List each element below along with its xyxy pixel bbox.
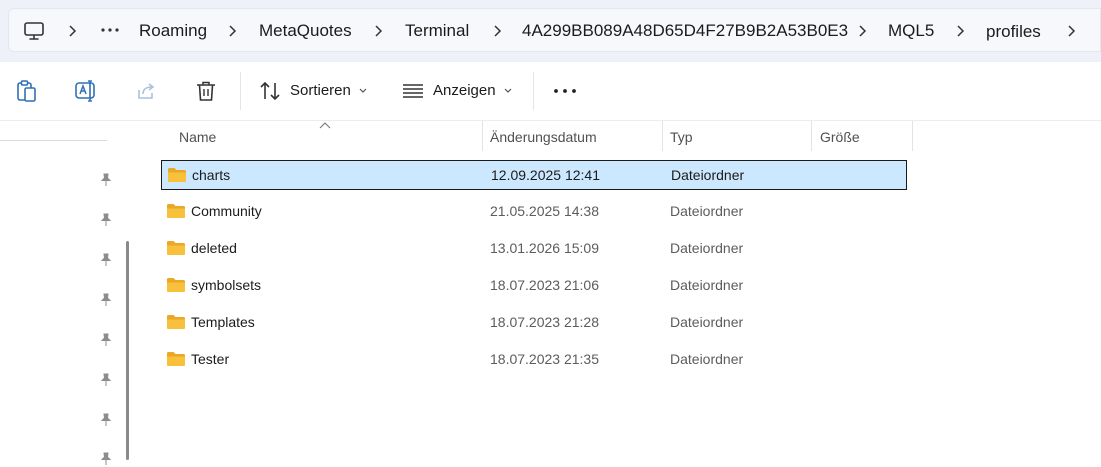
file-name: Community <box>191 203 262 219</box>
chevron-right-icon[interactable] <box>952 23 968 39</box>
column-header-name[interactable]: Name <box>179 121 216 153</box>
folder-icon <box>167 278 185 292</box>
toolbar-separator <box>533 72 534 110</box>
sort-icon[interactable] <box>258 78 284 104</box>
toolbar-separator <box>240 72 241 110</box>
sort-button[interactable]: Sortieren <box>290 62 351 120</box>
file-modified-date: 18.07.2023 21:28 <box>490 314 599 330</box>
file-row[interactable]: symbolsets 18.07.2023 21:06 Dateiordner <box>161 271 907 301</box>
this-pc-icon[interactable] <box>23 20 45 42</box>
chevron-right-icon[interactable] <box>64 23 80 39</box>
chevron-right-icon[interactable] <box>489 23 505 39</box>
file-modified-date: 13.01.2026 15:09 <box>490 240 599 256</box>
file-type: Dateiordner <box>671 167 745 183</box>
file-name: charts <box>192 167 231 183</box>
column-divider[interactable] <box>662 121 663 151</box>
file-row[interactable]: Community 21.05.2025 14:38 Dateiordner <box>161 197 907 227</box>
file-type: Dateiordner <box>670 240 744 256</box>
file-row[interactable]: deleted 13.01.2026 15:09 Dateiordner <box>161 234 907 264</box>
pin-icon[interactable] <box>98 252 114 268</box>
view-icon[interactable] <box>401 78 427 104</box>
chevron-right-icon[interactable] <box>224 23 240 39</box>
file-name: symbolsets <box>191 277 262 293</box>
more-crumbs-icon[interactable] <box>99 22 121 38</box>
file-type: Dateiordner <box>670 351 744 367</box>
pin-icon[interactable] <box>98 212 114 228</box>
file-modified-date: 18.07.2023 21:35 <box>490 351 599 367</box>
share-icon[interactable] <box>133 78 159 104</box>
pin-icon[interactable] <box>98 451 114 467</box>
divider <box>0 140 107 141</box>
rename-icon[interactable] <box>73 78 99 104</box>
file-type: Dateiordner <box>670 314 744 330</box>
breadcrumb-item-metaquotes[interactable]: MetaQuotes <box>259 9 352 53</box>
more-options-icon[interactable] <box>552 78 578 104</box>
file-row[interactable]: Templates 18.07.2023 21:28 Dateiordner <box>161 308 907 338</box>
file-type: Dateiordner <box>670 203 744 219</box>
paste-icon[interactable] <box>14 78 40 104</box>
chevron-down-icon[interactable] <box>358 87 368 95</box>
address-bar[interactable]: Roaming MetaQuotes Terminal 4A299BB089A4… <box>8 8 1101 52</box>
file-modified-date: 18.07.2023 21:06 <box>490 277 599 293</box>
pin-icon[interactable] <box>98 372 114 388</box>
file-list: Name Änderungsdatum Typ Größe charts 12.0… <box>136 121 1101 460</box>
chevron-right-icon[interactable] <box>854 23 870 39</box>
file-name: deleted <box>191 240 237 256</box>
breadcrumb-item-profiles[interactable]: profiles <box>986 10 1041 54</box>
pin-icon[interactable] <box>98 292 114 308</box>
file-row[interactable]: Tester 18.07.2023 21:35 Dateiordner <box>161 345 907 375</box>
column-header-date[interactable]: Änderungsdatum <box>490 121 597 153</box>
file-name: Tester <box>191 351 230 367</box>
file-modified-date: 12.09.2025 12:41 <box>491 167 600 183</box>
navigation-scrollbar[interactable] <box>126 241 129 460</box>
column-header-size[interactable]: Größe <box>820 121 860 153</box>
column-divider[interactable] <box>811 121 812 151</box>
file-type: Dateiordner <box>670 277 744 293</box>
pin-icon[interactable] <box>98 412 114 428</box>
folder-icon <box>167 315 185 329</box>
breadcrumb-item-mql5[interactable]: MQL5 <box>888 9 934 53</box>
column-divider[interactable] <box>912 121 913 151</box>
address-bar-area: Roaming MetaQuotes Terminal 4A299BB089A4… <box>0 0 1101 62</box>
chevron-right-icon[interactable] <box>370 23 386 39</box>
breadcrumb-item-terminal[interactable]: Terminal <box>405 9 469 53</box>
navigation-pane <box>0 121 136 465</box>
folder-icon <box>167 352 185 366</box>
pin-icon[interactable] <box>98 332 114 348</box>
file-name: Templates <box>191 314 255 330</box>
sort-ascending-icon <box>319 122 331 129</box>
pin-icon[interactable] <box>98 172 114 188</box>
chevron-down-icon[interactable] <box>503 87 513 95</box>
command-bar: Sortieren Anzeigen <box>0 62 1101 121</box>
column-divider[interactable] <box>482 121 483 151</box>
breadcrumb-item-roaming[interactable]: Roaming <box>139 9 207 53</box>
file-row[interactable]: charts 12.09.2025 12:41 Dateiordner <box>161 160 907 190</box>
folder-icon <box>167 204 185 218</box>
chevron-right-icon[interactable] <box>1063 23 1079 39</box>
breadcrumb-item-terminal-id[interactable]: 4A299BB089A48D65D4F27B9B2A53B0E3 <box>522 9 848 53</box>
folder-icon <box>167 241 185 255</box>
column-header-type[interactable]: Typ <box>670 121 693 153</box>
folder-icon <box>168 168 186 182</box>
delete-icon[interactable] <box>193 78 219 104</box>
view-button[interactable]: Anzeigen <box>433 62 496 120</box>
file-modified-date: 21.05.2025 14:38 <box>490 203 599 219</box>
